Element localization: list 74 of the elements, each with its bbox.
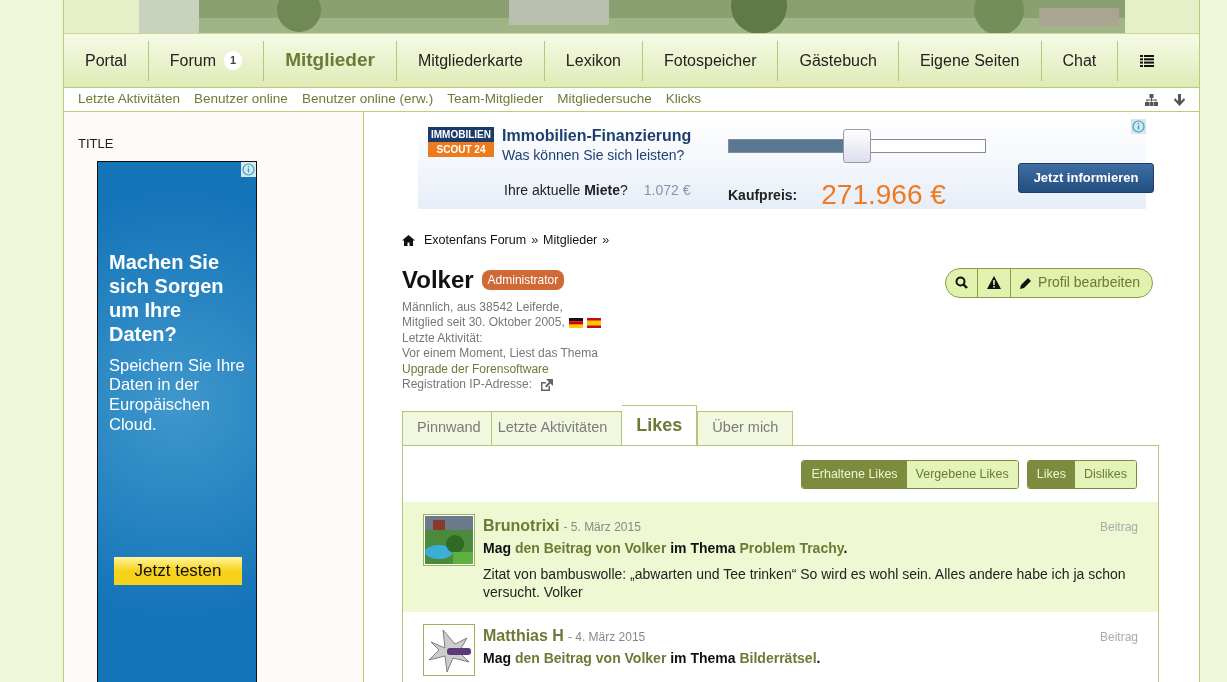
like-action: Mag den Beitrag von Volker im Thema Bilderrätsel. (483, 649, 822, 669)
profile-detail: Mitglied seit 30. Oktober 2005, (402, 315, 565, 331)
breadcrumb-separator: » (602, 232, 610, 249)
list-menu-icon[interactable] (1140, 54, 1155, 67)
activity-text: Vor einem Moment, Liest das Thema Upgrade der Forensoftware (402, 346, 599, 378)
profile-tab[interactable]: Likes (622, 404, 698, 445)
info-icon[interactable] (241, 161, 256, 177)
post-date: - 4. März 2015 (567, 629, 646, 647)
arrow-down-icon[interactable] (1174, 93, 1185, 106)
price-value: 271.966 € (821, 178, 946, 212)
nav-tab[interactable]: Chat (1041, 40, 1119, 81)
warning-icon (987, 276, 1002, 290)
profile-detail: Letzte Aktivität: (402, 330, 484, 347)
german-flag-icon (568, 318, 583, 328)
nav-tab[interactable]: Eigene Seiten (898, 40, 1042, 81)
sitemap-icon[interactable] (1145, 93, 1158, 106)
post-link[interactable]: den Beitrag von Volker (514, 539, 667, 556)
breadcrumb-link[interactable]: Exotenfans Forum (424, 231, 527, 250)
ad-headline: Machen Sie sich Sorgen um Ihre Daten? (109, 249, 225, 346)
post-type: Beitrag (1099, 629, 1138, 647)
slider-thumb[interactable] (843, 129, 871, 163)
nav-tab[interactable]: Lexikon (544, 40, 643, 81)
pencil-icon (1020, 276, 1033, 289)
breadcrumb-separator: » (531, 232, 539, 249)
filter-button[interactable]: Erhaltene Likes (802, 460, 907, 488)
filter-button[interactable]: Dislikes (1074, 460, 1136, 488)
search-icon (955, 276, 969, 290)
ad-button[interactable]: Jetzt testen (114, 556, 242, 585)
breadcrumb-link[interactable]: Mitglieder (543, 231, 598, 250)
topic-link[interactable]: Bilderrätsel (739, 650, 817, 667)
nav-tab[interactable]: Forum 1 (148, 40, 265, 81)
profile-detail: Männlich, aus 38542 Leiferde, (402, 299, 564, 316)
sidebar-title: TITLE (78, 135, 115, 153)
home-icon[interactable] (402, 234, 415, 246)
post-date: - 5. März 2015 (563, 518, 641, 536)
ad-text: Speichern Sie Ihre Daten in der Europäischen Cloud. (109, 355, 246, 435)
post-excerpt: Zitat von bambuswolle: „abwarten und Tee trinken“ So wird es wohl sein. Alles andere habe ich ja schon versucht. Volker (483, 564, 1127, 603)
nav-tab[interactable]: Portal (64, 40, 149, 81)
external-link-icon[interactable] (540, 379, 554, 391)
rent-label: Ihre aktuelle Miete? (504, 180, 628, 200)
topic-link[interactable]: Upgrade der Forensoftware (402, 361, 549, 376)
username-link[interactable]: Brunotrixi (483, 513, 560, 538)
spanish-flag-icon (586, 318, 601, 328)
nav-tab[interactable]: Fotospeicher (643, 40, 779, 81)
rent-value: 1.072 € (643, 180, 691, 200)
filter-button[interactable]: Vergebene Likes (906, 460, 1018, 488)
logo-text: IMMOBILIEN (428, 127, 494, 142)
notification-badge: 1 (224, 51, 243, 70)
profile-tab[interactable]: Über mich (697, 410, 794, 445)
profile-detail: Registration IP-Adresse: (402, 377, 533, 393)
post-link[interactable]: den Beitrag von Volker (514, 650, 667, 667)
profile-name: Volker (402, 264, 474, 295)
nav-tab[interactable]: Gästebuch (778, 40, 899, 81)
subnav-link[interactable]: Benutzer online (erw.) (301, 89, 434, 110)
filter-button[interactable]: Likes (1027, 460, 1075, 488)
subnav-link[interactable]: Benutzer online (194, 89, 288, 110)
subnav-link[interactable]: Letzte Aktivitäten (78, 89, 181, 110)
ad-title: Immobilien-Finanzierung (502, 127, 692, 145)
subnav-link[interactable]: Klicks (665, 89, 702, 110)
logo-text: SCOUT 24 (428, 142, 494, 157)
subnav-link[interactable]: Mitgliedersuche (557, 89, 652, 110)
like-action: Mag den Beitrag von Volker im Thema Problem Trachy. (483, 538, 849, 558)
ad-subtitle: Was können Sie sich leisten? (502, 145, 686, 165)
role-badge: Administrator (481, 269, 565, 290)
username-link[interactable]: Matthias H (483, 624, 564, 649)
nav-tab[interactable]: Mitgliederkarte (396, 40, 545, 81)
subnav-link[interactable]: Team-Mitglieder (447, 89, 544, 110)
price-label: Kaufpreis: (728, 185, 798, 205)
post-type: Beitrag (1099, 518, 1138, 536)
nav-tab[interactable]: Mitglieder (264, 40, 397, 81)
profile-tab[interactable]: Letzte Aktivitäten (491, 410, 623, 445)
topic-link[interactable]: Problem Trachy (739, 539, 844, 556)
ad-button[interactable]: Jetzt informieren (1018, 163, 1154, 193)
profile-tab[interactable]: Pinnwand (402, 410, 492, 445)
